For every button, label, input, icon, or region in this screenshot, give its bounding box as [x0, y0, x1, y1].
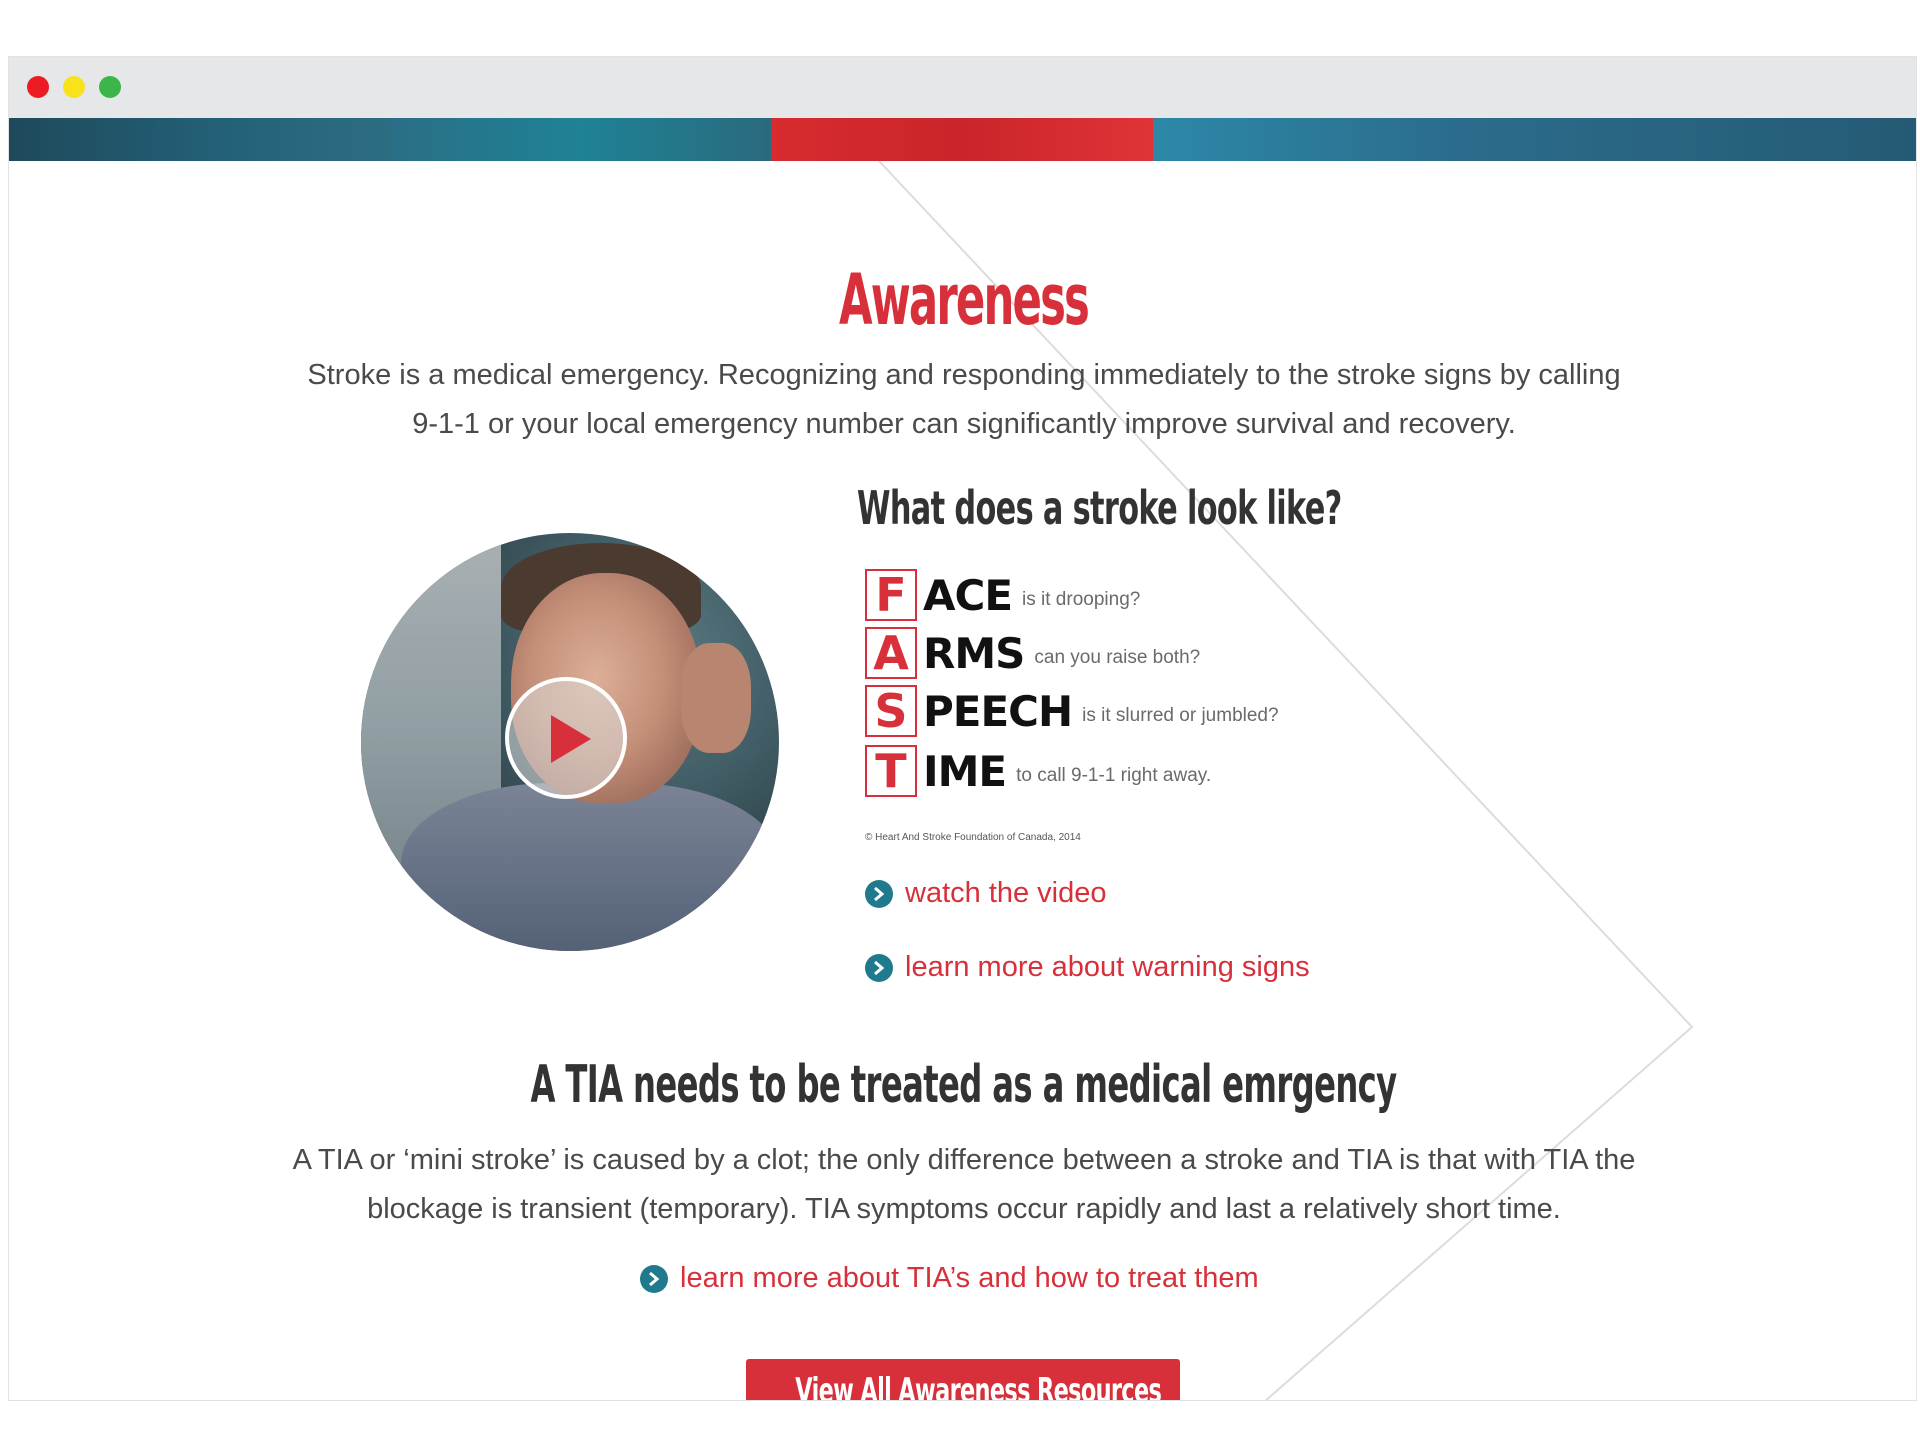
play-icon	[551, 715, 591, 763]
fast-letter: F	[865, 569, 917, 621]
tia-body-text: A TIA or ‘mini stroke’ is caused by a cl…	[292, 1144, 1636, 1225]
maximize-window-dot[interactable]	[99, 76, 121, 98]
link-label[interactable]: watch the video	[905, 877, 1107, 910]
fast-word: ACE	[923, 570, 1013, 620]
fast-word: PEECH	[923, 686, 1073, 736]
cta-label: View All Awareness Resources	[795, 1371, 1162, 1401]
fast-word: IME	[923, 746, 1007, 796]
fast-description: to call 9-1-1 right away.	[1016, 765, 1212, 786]
view-all-resources-button[interactable]: View All Awareness Resources	[746, 1359, 1180, 1401]
video-person-hand	[681, 643, 751, 753]
minimize-window-dot[interactable]	[63, 76, 85, 98]
tia-heading: A TIA needs to be treated as a medical e…	[530, 1055, 1397, 1115]
video-person-body	[401, 783, 779, 951]
hero-image-segment	[9, 118, 390, 161]
chevron-right-circle-icon	[640, 1264, 668, 1293]
fast-item-face: F ACE is it drooping?	[865, 569, 1140, 621]
awareness-section: Awareness Stroke is a medical emergency.…	[9, 161, 1916, 1401]
warning-signs-link[interactable]: learn more about warning signs	[865, 951, 1310, 984]
browser-titlebar	[9, 57, 1916, 118]
section-title: Awareness	[838, 259, 1090, 341]
section-intro: Stroke is a medical emergency. Recognizi…	[307, 359, 1621, 440]
watch-video-link[interactable]: watch the video	[865, 877, 1107, 910]
fast-item-time: T IME to call 9-1-1 right away.	[865, 745, 1211, 797]
hero-image-segment	[1153, 118, 1916, 161]
fast-question-heading: What does a stroke look like?	[857, 481, 1342, 535]
fast-copyright: © Heart And Stroke Foundation of Canada,…	[865, 832, 1081, 843]
hero-image-segment	[771, 118, 1153, 161]
fast-letter: S	[865, 685, 917, 737]
close-window-dot[interactable]	[27, 76, 49, 98]
fast-word: RMS	[923, 628, 1025, 678]
chevron-right-circle-icon	[865, 953, 893, 982]
fast-letter: T	[865, 745, 917, 797]
play-button[interactable]	[505, 677, 627, 799]
hero-image-segment	[390, 118, 771, 161]
fast-letter: A	[865, 627, 917, 679]
video-thumbnail[interactable]	[361, 533, 779, 951]
fast-item-arms: A RMS can you raise both?	[865, 627, 1200, 679]
link-label[interactable]: learn more about warning signs	[905, 951, 1310, 984]
chevron-right-circle-icon	[865, 879, 893, 908]
browser-window: Awareness Stroke is a medical emergency.…	[8, 56, 1917, 1401]
fast-description: is it drooping?	[1022, 589, 1141, 610]
hero-image-strip	[9, 118, 1916, 161]
fast-item-speech: S PEECH is it slurred or jumbled?	[865, 685, 1279, 737]
fast-description: is it slurred or jumbled?	[1082, 705, 1279, 726]
tia-link[interactable]: learn more about TIA’s and how to treat …	[640, 1262, 1259, 1295]
link-label[interactable]: learn more about TIA’s and how to treat …	[680, 1262, 1259, 1295]
fast-description: can you raise both?	[1034, 647, 1201, 668]
